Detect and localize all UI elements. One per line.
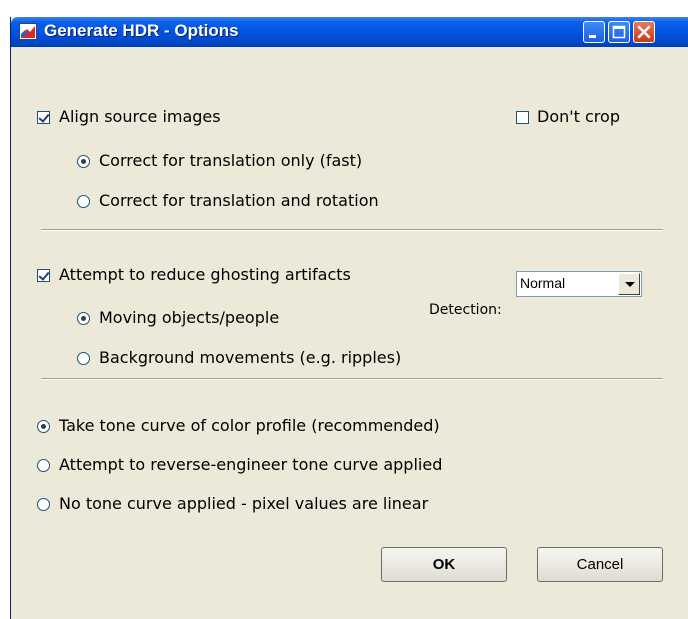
translation-only-radio[interactable] <box>77 155 90 168</box>
maximize-button[interactable] <box>608 21 630 43</box>
dont-crop-label: Don't crop <box>537 107 620 126</box>
app-icon <box>19 23 37 40</box>
minimize-button[interactable] <box>583 21 605 43</box>
title-bar[interactable]: Generate HDR - Options <box>11 17 688 47</box>
close-icon <box>637 25 651 39</box>
moving-objects-radio[interactable] <box>77 312 90 325</box>
window-title: Generate HDR - Options <box>44 21 239 40</box>
cancel-button[interactable]: Cancel <box>537 547 663 582</box>
minimize-icon <box>589 35 596 38</box>
detection-dropdown[interactable]: Normal <box>516 271 642 297</box>
close-button[interactable] <box>633 21 655 43</box>
detection-value: Normal <box>520 275 566 291</box>
reduce-ghosting-checkbox[interactable] <box>37 269 50 282</box>
reverse-engineer-label: Attempt to reverse-engineer tone curve a… <box>59 455 443 474</box>
translation-rotation-label: Correct for translation and rotation <box>99 191 379 210</box>
reverse-engineer-radio[interactable] <box>37 459 50 472</box>
tone-curve-profile-label: Take tone curve of color profile (recomm… <box>59 416 440 435</box>
ok-button[interactable]: OK <box>381 547 507 582</box>
background-movements-label: Background movements (e.g. ripples) <box>99 348 402 367</box>
moving-objects-label: Moving objects/people <box>99 308 280 327</box>
maximize-icon <box>612 25 626 39</box>
dialog-body: Align source images Don't crop Correct f… <box>11 47 688 619</box>
background-movements-radio[interactable] <box>77 352 90 365</box>
translation-only-label: Correct for translation only (fast) <box>99 151 363 170</box>
align-source-images-label: Align source images <box>59 107 221 126</box>
separator <box>41 229 663 231</box>
align-source-images-checkbox[interactable] <box>37 111 50 124</box>
chevron-down-icon[interactable] <box>618 273 640 295</box>
tone-curve-profile-radio[interactable] <box>37 420 50 433</box>
translation-rotation-radio[interactable] <box>77 195 90 208</box>
reduce-ghosting-label: Attempt to reduce ghosting artifacts <box>59 265 351 284</box>
separator <box>41 378 663 380</box>
detection-label: Detection: <box>429 302 502 318</box>
dont-crop-checkbox[interactable] <box>516 111 529 124</box>
generate-hdr-options-dialog: Generate HDR - Options Align source imag… <box>10 17 688 619</box>
linear-values-label: No tone curve applied - pixel values are… <box>59 494 429 513</box>
linear-values-radio[interactable] <box>37 498 50 511</box>
